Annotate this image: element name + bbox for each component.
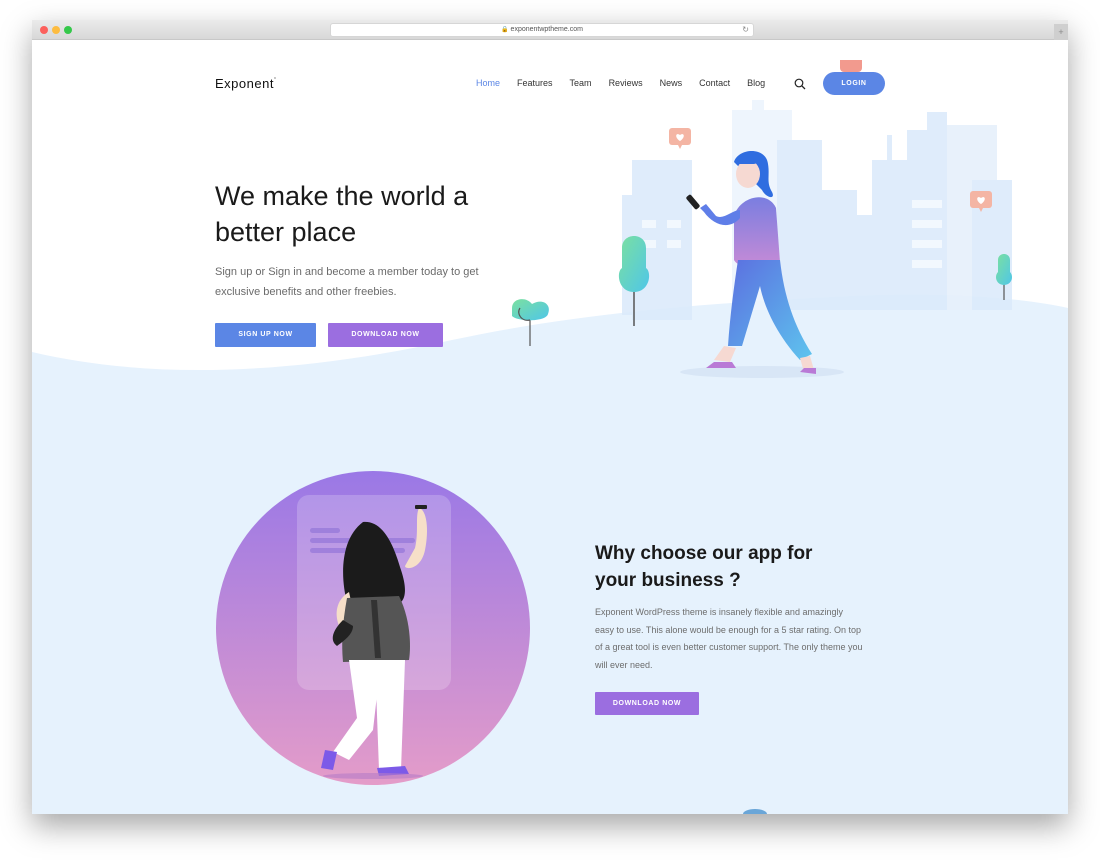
page: Exponentˆ Home Features Team Reviews New…	[32, 40, 1068, 814]
url-text: exponentwptheme.com	[510, 26, 583, 33]
tree-illustration	[996, 254, 1012, 300]
login-button[interactable]: LOGIN	[823, 72, 885, 95]
maximize-window-button[interactable]	[64, 26, 72, 34]
close-window-button[interactable]	[40, 26, 48, 34]
nav-reviews[interactable]: Reviews	[609, 78, 643, 88]
download-button[interactable]: DOWNLOAD NOW	[328, 323, 443, 347]
nav-home[interactable]: Home	[476, 78, 500, 88]
main-nav: Home Features Team Reviews News Contact …	[476, 78, 782, 88]
hero-subtitle: Sign up or Sign in and become a member t…	[215, 266, 479, 298]
app-user-illustration	[216, 471, 530, 785]
nav-team[interactable]: Team	[570, 78, 592, 88]
reload-icon[interactable]: ↻	[742, 24, 749, 36]
address-bar[interactable]: 🔒 exponentwptheme.com ↻	[330, 23, 754, 37]
walking-woman-illustration	[680, 151, 844, 378]
logo-mark: ˆ	[273, 78, 277, 85]
hero-title: We make the world a better place	[215, 181, 469, 247]
bottom-decoration	[743, 809, 767, 814]
heart-bubble-icon	[840, 60, 862, 72]
tree-illustration	[512, 299, 549, 346]
nav-blog[interactable]: Blog	[747, 78, 765, 88]
logo[interactable]: Exponentˆ	[215, 76, 276, 91]
features-title: Why choose our app for your business ?	[595, 543, 813, 591]
nav-news[interactable]: News	[660, 78, 683, 88]
sign-up-button[interactable]: SIGN UP NOW	[215, 323, 316, 347]
logo-text: Exponent	[215, 76, 274, 91]
features-download-button[interactable]: DOWNLOAD NOW	[595, 692, 699, 715]
heart-bubble-icon	[970, 191, 992, 212]
minimize-window-button[interactable]	[52, 26, 60, 34]
features-body: Exponent WordPress theme is insanely fle…	[595, 607, 863, 670]
search-icon[interactable]	[794, 78, 806, 90]
new-tab-button[interactable]: +	[1054, 24, 1068, 40]
nav-contact[interactable]: Contact	[699, 78, 730, 88]
nav-features[interactable]: Features	[517, 78, 553, 88]
lock-icon: 🔒	[501, 27, 509, 33]
browser-window: 🔒 exponentwptheme.com ↻ + Exponentˆ Home…	[32, 20, 1068, 814]
browser-titlebar: 🔒 exponentwptheme.com ↻ +	[32, 20, 1068, 40]
